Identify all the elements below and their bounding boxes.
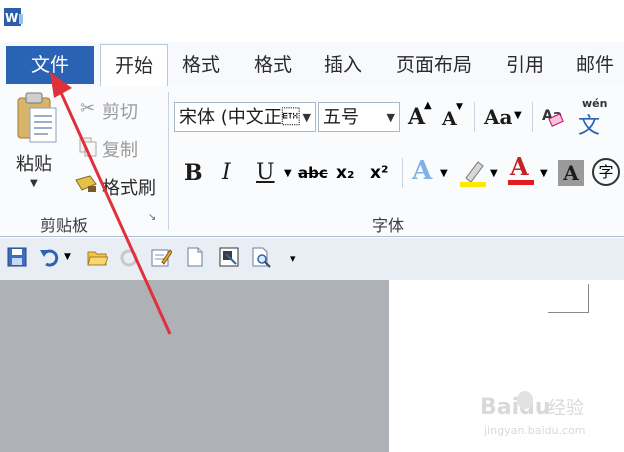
change-case-arrow[interactable]: ▼: [514, 110, 522, 121]
font-size-value: 五号: [323, 107, 359, 128]
highlighter-arrow[interactable]: ▼: [490, 168, 498, 179]
font-divider: [474, 102, 475, 132]
tab-format-2[interactable]: 格式: [254, 50, 292, 80]
grow-font-button[interactable]: A: [408, 102, 425, 132]
tab-mailings[interactable]: 邮件: [576, 50, 614, 80]
word-app-icon[interactable]: W: [2, 6, 24, 28]
svg-text:jingyan.baidu.com: jingyan.baidu.com: [483, 424, 586, 437]
font-divider-2: [532, 102, 533, 132]
shrink-font-caret: ▼: [456, 102, 463, 112]
font-size-combo[interactable]: 五号 ▼: [318, 102, 400, 132]
font-color-arrow[interactable]: ▼: [540, 168, 548, 179]
tab-references[interactable]: 引用: [506, 50, 544, 80]
phonetic-guide-button[interactable]: 文: [578, 108, 600, 140]
svg-text:Baidu: Baidu: [480, 395, 551, 420]
font-divider-3: [402, 158, 403, 188]
save-icon[interactable]: [6, 246, 28, 268]
tab-insert[interactable]: 插入: [324, 50, 362, 80]
underline-button[interactable]: U: [256, 158, 275, 188]
title-bar: [0, 0, 624, 42]
page-margin-mark: [548, 284, 589, 313]
font-group-label: 字体: [372, 216, 405, 235]
customize-qat-arrow[interactable]: ▾: [290, 252, 296, 265]
paste-dropdown-arrow[interactable]: ▼: [30, 178, 38, 189]
font-color-bar: [508, 180, 534, 185]
font-color-button[interactable]: A: [510, 152, 529, 182]
subscript-button[interactable]: x₂: [336, 160, 354, 186]
font-name-combo[interactable]: 宋体 (中文正 ▼: [174, 102, 316, 132]
text-effect-arrow[interactable]: ▼: [440, 168, 448, 179]
underline-dropdown-arrow[interactable]: ▼: [284, 168, 292, 179]
annotation-arrow: [50, 72, 172, 335]
clear-formatting-icon[interactable]: Aa: [540, 102, 566, 130]
superscript-button[interactable]: x²: [370, 160, 388, 186]
svg-text:经验: 经验: [548, 398, 584, 419]
italic-button[interactable]: I: [222, 158, 231, 188]
shrink-font-button[interactable]: A: [442, 104, 457, 134]
print-layout-icon[interactable]: [218, 246, 240, 268]
change-case-button[interactable]: Aa: [484, 102, 512, 132]
font-name-value: 宋体 (中文正: [179, 107, 300, 128]
svg-text:W: W: [5, 11, 18, 25]
strikethrough-button[interactable]: abc: [298, 160, 328, 186]
character-shading-button[interactable]: A: [558, 160, 584, 186]
font-size-dropdown-arrow[interactable]: ▼: [387, 103, 395, 131]
tab-page-layout[interactable]: 页面布局: [396, 50, 472, 80]
grow-font-caret: ▲: [424, 100, 432, 111]
print-preview-icon[interactable]: [250, 246, 272, 268]
text-effect-button[interactable]: A: [412, 156, 432, 186]
enclose-characters-button[interactable]: 字: [592, 158, 620, 186]
baidu-jingyan-watermark: Baidu 经验 jingyan.baidu.com: [480, 391, 586, 437]
highlighter-icon[interactable]: [458, 158, 488, 188]
font-name-dropdown-arrow[interactable]: ▼: [303, 103, 311, 131]
